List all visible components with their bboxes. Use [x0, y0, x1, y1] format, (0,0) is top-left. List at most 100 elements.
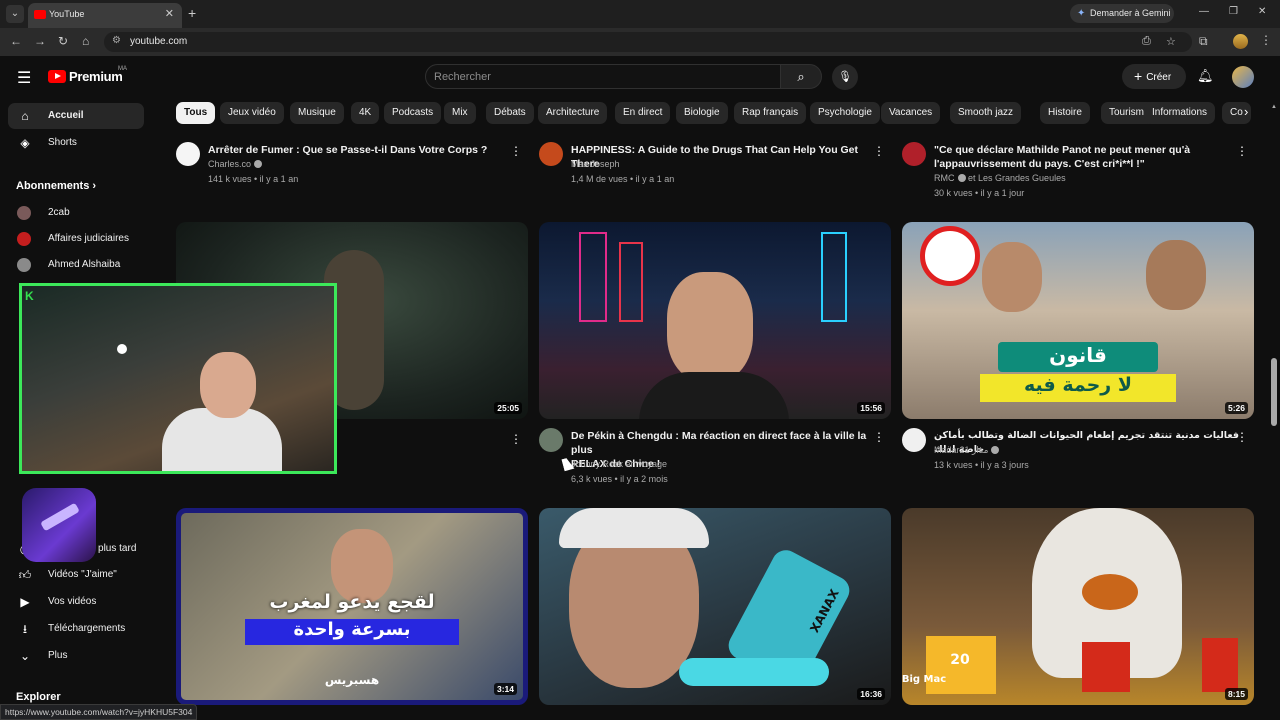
thumbnail-caption: 20: [950, 652, 970, 668]
video-thumbnail[interactable]: XANAX 16:36: [539, 508, 891, 705]
video-thumbnail[interactable]: قانون لا رحمة فيه 5:26: [902, 222, 1254, 419]
youtube-brand[interactable]: Premium: [69, 69, 123, 84]
sidebar-item-liked-videos[interactable]: 👍︎ Vidéos "J'aime": [8, 562, 144, 588]
filter-chip[interactable]: Vacances: [881, 102, 941, 124]
chevron-right-icon[interactable]: ›: [1244, 104, 1248, 119]
install-app-icon[interactable]: ⎙: [1142, 35, 1151, 48]
channel-avatar[interactable]: [902, 142, 926, 166]
home-browser-icon[interactable]: ⌂: [82, 34, 89, 48]
bookmark-star-icon[interactable]: ☆: [1166, 35, 1176, 48]
sidebar-item-downloads[interactable]: ⭳ Téléchargements: [8, 616, 144, 642]
forward-icon[interactable]: →: [34, 34, 46, 48]
filter-chip[interactable]: Rap français: [734, 102, 807, 124]
filter-chip[interactable]: En direct: [615, 102, 671, 124]
extensions-icon[interactable]: ⧉: [1199, 34, 1208, 49]
sidebar-item-label: Vidéos "J'aime": [48, 569, 117, 580]
video-title[interactable]: Arrêter de Fumer : Que se Passe-t-il Dan…: [208, 143, 514, 157]
video-meta: 6,3 k vues • il y a 2 mois: [571, 474, 668, 484]
filter-chip[interactable]: Psychologie: [810, 102, 880, 124]
filter-chip[interactable]: Architecture: [538, 102, 608, 124]
channel-avatar: [17, 258, 31, 272]
microphone-icon: 🎙︎: [838, 71, 852, 83]
browser-menu-icon[interactable]: ⋮: [1260, 33, 1272, 47]
channel-avatar: [17, 206, 31, 220]
back-icon[interactable]: ←: [10, 34, 22, 48]
sidebar-item-home[interactable]: ⌂ Accueil: [8, 103, 144, 129]
more-options-icon[interactable]: ⋮: [510, 432, 522, 446]
gemini-button[interactable]: ✦ Demander à Gemini: [1070, 4, 1174, 23]
filter-chip[interactable]: 4K: [351, 102, 380, 124]
reload-icon[interactable]: ↻: [58, 34, 68, 48]
channel-avatar[interactable]: [539, 428, 563, 452]
filter-chip[interactable]: Tous: [176, 102, 216, 124]
neon-sign: [619, 242, 643, 322]
video-thumbnail[interactable]: 20 Big Mac 8:15: [902, 508, 1254, 705]
notifications-bell-icon[interactable]: 🔔︎: [1197, 68, 1214, 84]
filter-chip[interactable]: Musique: [290, 102, 344, 124]
window-close-icon[interactable]: ✕: [1258, 6, 1266, 17]
stream-overlay-badge: [22, 488, 96, 562]
channel-name[interactable]: Charles.co: [208, 159, 263, 169]
site-info-icon[interactable]: ⚙: [112, 35, 121, 46]
subscription-item[interactable]: Affaires judiciaires: [8, 226, 144, 252]
hamburger-menu-icon[interactable]: ☰: [17, 68, 31, 88]
channel-avatar[interactable]: [539, 142, 563, 166]
filter-chip[interactable]: Débats: [486, 102, 534, 124]
browser-profile-avatar[interactable]: [1233, 34, 1248, 49]
video-title[interactable]: "Ce que déclare Mathilde Panot ne peut m…: [934, 143, 1240, 171]
channel-name[interactable]: Max Joseph: [571, 159, 620, 169]
filter-chip[interactable]: Podcasts: [384, 102, 442, 124]
subscriptions-heading[interactable]: Abonnements ›: [16, 180, 96, 192]
sidebar-item-shorts[interactable]: ◈ Shorts: [8, 130, 144, 156]
tab-title: YouTube: [49, 9, 85, 19]
filter-chip[interactable]: Biologie: [676, 102, 728, 124]
scroll-up-icon[interactable]: ▲: [1271, 104, 1277, 110]
address-bar[interactable]: ⚙ youtube.com ⎙ ☆: [104, 32, 1192, 52]
search-box: [425, 64, 781, 89]
channel-name[interactable]: Johnny Rock en voyage: [571, 459, 667, 469]
new-tab-icon[interactable]: +: [188, 5, 196, 21]
video-thumbnail[interactable]: لقجع يدعو لمغرب بسرعة واحدة هسبريس 3:14: [176, 508, 528, 705]
more-options-icon[interactable]: ⋮: [1236, 144, 1248, 158]
more-options-icon[interactable]: ⋮: [873, 144, 885, 158]
user-avatar[interactable]: [1232, 66, 1254, 88]
more-options-icon[interactable]: ⋮: [510, 144, 522, 158]
play-square-icon: ▶: [20, 595, 30, 609]
channel-avatar[interactable]: [176, 142, 200, 166]
explore-heading: Explorer: [16, 691, 61, 703]
filter-chip[interactable]: Mix: [444, 102, 476, 124]
subscription-item[interactable]: Ahmed Alshaiba: [8, 252, 144, 278]
sidebar-item-your-videos[interactable]: ▶ Vos vidéos: [8, 589, 144, 615]
sidebar-item-label: Accueil: [48, 110, 84, 121]
filter-chip[interactable]: Histoire: [1040, 102, 1090, 124]
youtube-logo-icon[interactable]: [48, 70, 66, 83]
voice-search-button[interactable]: 🎙︎: [832, 64, 858, 90]
more-options-icon[interactable]: ⋮: [1236, 430, 1248, 444]
channel-name[interactable]: Madar21 مدار: [934, 445, 1000, 456]
channel-avatar: [17, 232, 31, 246]
tab-close-icon[interactable]: ✕: [165, 7, 174, 20]
more-options-icon[interactable]: ⋮: [873, 430, 885, 444]
tab-search-icon[interactable]: ⌄: [6, 5, 24, 23]
search-button[interactable]: ⌕: [780, 64, 822, 89]
channel-avatar[interactable]: [902, 428, 926, 452]
subscription-item[interactable]: 2cab: [8, 200, 144, 226]
streamer-body: [162, 408, 282, 471]
scattered-pills: [679, 658, 829, 686]
browser-tab[interactable]: YouTube ✕: [28, 3, 182, 28]
sidebar-item-more[interactable]: ⌄ Plus: [8, 643, 144, 669]
minimize-icon[interactable]: —: [1199, 6, 1209, 17]
filter-chip[interactable]: Jeux vidéo: [220, 102, 284, 124]
browser-tab-bar: ⌄ YouTube ✕ + ✦ Demander à Gemini — ❐ ✕: [0, 0, 1280, 28]
sidebar-item-label: Shorts: [48, 137, 77, 148]
search-input[interactable]: [434, 69, 764, 85]
sidebar-item-label: Vos vidéos: [48, 596, 97, 607]
channel-name[interactable]: RMC et Les Grandes Gueules: [934, 173, 1066, 183]
page-scrollbar[interactable]: [1271, 358, 1277, 426]
create-button[interactable]: + Créer: [1122, 64, 1186, 89]
filter-chip[interactable]: Informations: [1144, 102, 1216, 124]
sidebar-item-label: Téléchargements: [48, 623, 126, 634]
video-thumbnail[interactable]: 15:56: [539, 222, 891, 419]
maximize-icon[interactable]: ❐: [1229, 6, 1238, 17]
filter-chip[interactable]: Smooth jazz: [950, 102, 1022, 124]
